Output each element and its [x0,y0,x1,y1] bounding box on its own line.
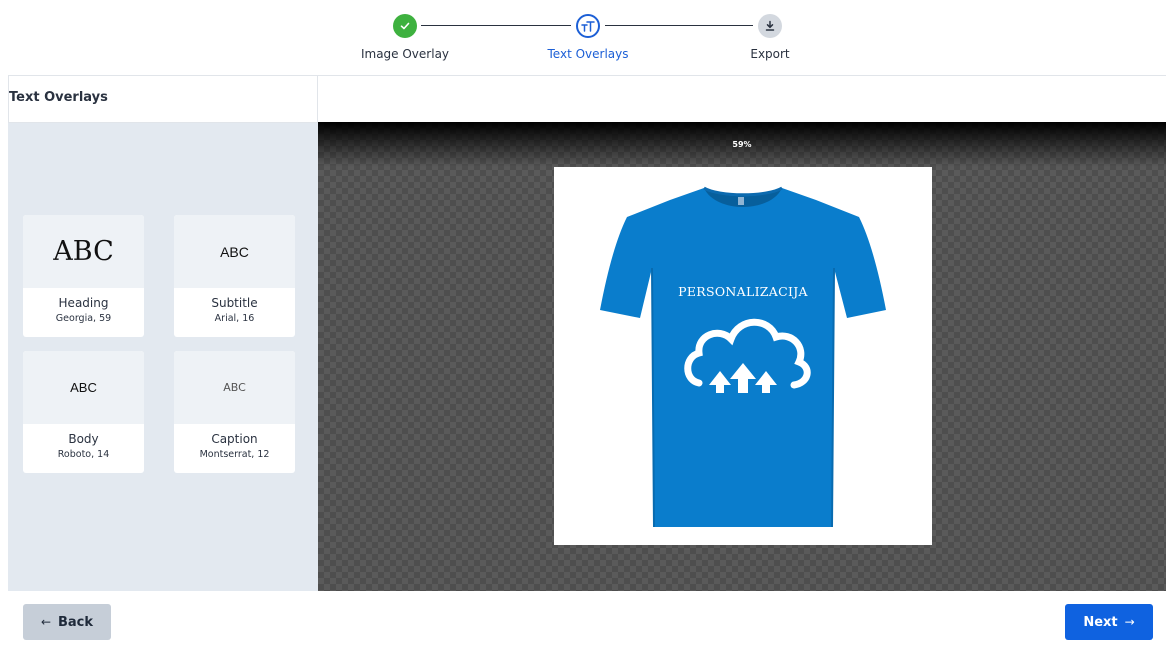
preset-card-body[interactable]: ABC Body Roboto, 14 [23,351,144,473]
step-connector [421,25,571,26]
text-preset-sidebar: ABC Heading Georgia, 59 ABC Subtitle Ari… [8,122,318,591]
back-label: Back [58,614,94,630]
preset-card-subtitle[interactable]: ABC Subtitle Arial, 16 [174,215,295,337]
back-button[interactable]: ← Back [23,604,111,640]
preset-name: Heading [58,296,109,310]
editor-panel: Text Overlays ABC Heading Georgia, 59 AB… [8,75,1166,591]
arrow-left-icon: ← [40,615,51,629]
canvas-toolbar [318,76,1166,122]
tshirt-image [600,186,886,528]
preset-preview: ABC [174,215,295,288]
step-connector [605,25,753,26]
sidebar-header: Text Overlays [8,76,318,122]
check-icon [400,22,410,30]
next-button[interactable]: Next → [1065,604,1153,640]
arrow-right-icon: → [1124,615,1135,629]
sidebar-title: Text Overlays [9,90,108,105]
overlay-text[interactable]: PERSONALIZACIJA [554,284,932,299]
download-icon [765,20,775,31]
preset-font: Georgia, 59 [55,313,112,324]
preset-card-heading[interactable]: ABC Heading Georgia, 59 [23,215,144,337]
preset-font: Arial, 16 [214,313,255,324]
artboard[interactable]: PERSONALIZACIJA [554,167,932,545]
step-image-overlay-indicator[interactable] [393,14,417,38]
preset-preview: ABC [174,351,295,424]
preset-name: Caption [211,432,258,446]
step-export-indicator[interactable] [758,14,782,38]
preset-name: Body [68,432,99,446]
preset-font: Roboto, 14 [57,449,110,460]
step-label-text-overlays[interactable]: Text Overlays [548,47,629,61]
text-size-icon [581,21,595,32]
stepper: Image Overlay Text Overlays Export [0,0,1166,76]
preset-font: Montserrat, 12 [199,449,270,460]
preset-card-caption[interactable]: ABC Caption Montserrat, 12 [174,351,295,473]
next-label: Next [1083,614,1118,630]
step-label-export[interactable]: Export [750,47,789,61]
step-label-image-overlay[interactable]: Image Overlay [361,47,449,61]
preset-name: Subtitle [211,296,258,310]
step-text-overlays-indicator[interactable] [576,14,600,38]
editor-canvas[interactable]: 59% PERSONALIZACIJA [318,122,1166,591]
preset-preview: ABC [23,215,144,288]
zoom-level: 59% [732,140,752,149]
preset-preview: ABC [23,351,144,424]
